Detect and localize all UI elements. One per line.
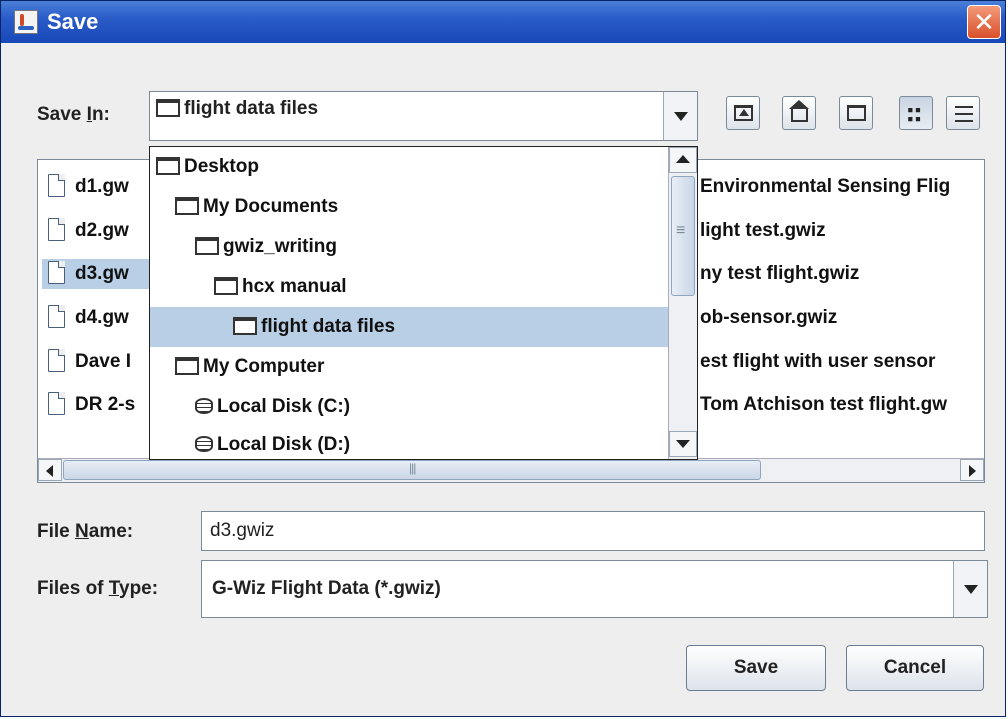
cancel-button[interactable]: Cancel: [846, 645, 984, 691]
home-icon: [789, 100, 809, 122]
dropdown-item-my-computer[interactable]: My Computer: [150, 347, 668, 387]
save-dialog: Save ✕ Save In: flight data files ▪▪ ▪▪ d…: [0, 0, 1006, 717]
list-item[interactable]: DR 2-s: [42, 390, 141, 420]
window-title: Save: [47, 9, 99, 34]
folder-icon: [175, 197, 199, 215]
horizontal-scrollbar[interactable]: [38, 458, 984, 482]
file-icon: [48, 218, 65, 241]
list-item[interactable]: light test.gwiz: [694, 216, 832, 246]
list-item[interactable]: ob-sensor.gwiz: [694, 303, 843, 333]
list-view-button[interactable]: ▪▪ ▪▪: [899, 96, 933, 130]
dropdown-item-my-documents[interactable]: My Documents: [150, 187, 668, 227]
files-of-type-combo[interactable]: G-Wiz Flight Data (*.gwiz): [201, 560, 988, 618]
close-button[interactable]: ✕: [967, 5, 1001, 39]
file-icon: [48, 261, 65, 284]
scroll-down-icon[interactable]: [669, 431, 697, 457]
disk-icon: [195, 398, 213, 414]
list-item[interactable]: Environmental Sensing Flig: [694, 172, 956, 202]
up-folder-icon: [734, 105, 753, 121]
file-name-input[interactable]: [201, 511, 985, 551]
home-button[interactable]: [782, 96, 816, 130]
dropdown-item-flight-data-files[interactable]: flight data files: [150, 307, 668, 347]
java-app-icon: [14, 10, 38, 34]
files-of-type-label: Files of Type:: [37, 578, 159, 599]
vertical-scroll-thumb[interactable]: [671, 176, 695, 296]
save-in-selected: flight data files: [184, 98, 319, 119]
file-icon: [48, 174, 65, 197]
list-item[interactable]: Dave I: [42, 347, 137, 377]
folder-icon: [233, 317, 257, 335]
dropdown-item-gwiz-writing[interactable]: gwiz_writing: [150, 227, 668, 267]
scroll-up-icon[interactable]: [669, 147, 697, 173]
new-folder-icon: [847, 105, 866, 121]
save-in-dropdown-list[interactable]: Desktop My Documents gwiz_writing hcx ma…: [149, 146, 698, 460]
file-icon: [48, 349, 65, 372]
folder-icon: [214, 277, 238, 295]
list-item[interactable]: d4.gw: [42, 303, 135, 333]
list-item[interactable]: ny test flight.gwiz: [694, 259, 865, 289]
disk-icon: [195, 436, 213, 452]
chevron-down-icon[interactable]: [663, 92, 697, 140]
vertical-scrollbar[interactable]: [668, 147, 697, 459]
folder-icon: [175, 357, 199, 375]
list-item[interactable]: Tom Atchison test flight.gw: [694, 390, 953, 420]
file-icon: [48, 305, 65, 328]
list-item[interactable]: d1.gw: [42, 172, 135, 202]
file-name-label: File Name:: [37, 521, 134, 542]
dropdown-item-local-disk-c[interactable]: Local Disk (C:): [150, 387, 668, 427]
list-view-icon: ▪▪ ▪▪: [907, 103, 923, 125]
folder-icon: [156, 157, 180, 175]
chevron-down-icon[interactable]: [953, 561, 987, 617]
horizontal-scroll-thumb[interactable]: [63, 460, 761, 480]
file-icon: [48, 392, 65, 415]
scroll-right-icon[interactable]: [960, 459, 984, 481]
dropdown-item-desktop[interactable]: Desktop: [150, 147, 668, 187]
list-item[interactable]: est flight with user sensor: [694, 347, 941, 377]
folder-icon: [195, 237, 219, 255]
new-folder-button[interactable]: [839, 96, 873, 130]
dropdown-item-hcx-manual[interactable]: hcx manual: [150, 267, 668, 307]
list-item[interactable]: d2.gw: [42, 216, 135, 246]
up-one-level-button[interactable]: [726, 96, 760, 130]
details-view-icon: [955, 106, 973, 122]
details-view-button[interactable]: [946, 96, 980, 130]
title-bar[interactable]: Save ✕: [1, 1, 1005, 43]
scroll-left-icon[interactable]: [38, 459, 62, 481]
files-of-type-selected: G-Wiz Flight Data (*.gwiz): [212, 578, 441, 599]
dropdown-item-local-disk-d[interactable]: Local Disk (D:): [150, 425, 668, 459]
save-in-label: Save In:: [37, 104, 110, 125]
save-in-combo[interactable]: flight data files: [149, 91, 698, 141]
folder-icon: [156, 99, 180, 117]
save-button[interactable]: Save: [686, 645, 826, 691]
